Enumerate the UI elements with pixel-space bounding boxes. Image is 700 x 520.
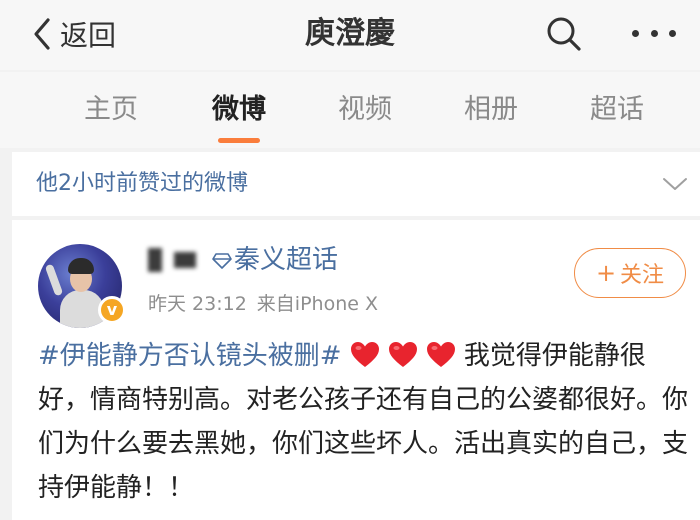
tab-weibo[interactable]: 微博 [200, 92, 278, 128]
more-button[interactable] [632, 20, 676, 46]
more-dots-icon [632, 29, 639, 37]
heart-emojis [342, 341, 464, 371]
chevron-down-icon [663, 178, 687, 190]
post-text: #伊能静方否认镜头被删# 我觉得伊能静很好，情商特别高。对老公孩子还有自己的公婆… [38, 334, 688, 510]
follow-label: 关注 [620, 263, 665, 288]
liked-posts-text: 他2小时前赞过的微博 [36, 171, 248, 196]
post-source: 来自iPhone X [256, 293, 378, 315]
tab-video[interactable]: 视频 [326, 92, 404, 128]
post-card: v 秦义超话 昨天 23:12 来自iPhone X + 关注 #伊能静方否认镜头… [12, 220, 700, 520]
tab-home[interactable]: 主页 [72, 92, 150, 128]
heart-icon [350, 342, 379, 367]
back-button[interactable]: 返回 [28, 14, 116, 54]
heart-icon [388, 342, 417, 367]
liked-posts-bar[interactable]: 他2小时前赞过的微博 [12, 152, 700, 216]
tab-supertopic[interactable]: 超话 [578, 92, 656, 128]
back-label: 返回 [60, 19, 117, 52]
active-tab-indicator [218, 138, 260, 143]
search-button[interactable] [544, 14, 584, 54]
plus-icon: + [595, 259, 617, 287]
post-meta: 昨天 23:12 来自iPhone X [148, 290, 378, 318]
diamond-icon [212, 253, 232, 269]
top-nav-bar: 返回 庾澄慶 [0, 0, 700, 70]
search-icon [547, 17, 581, 51]
username-redacted[interactable] [148, 242, 202, 278]
heart-icon [426, 342, 455, 367]
post-time: 昨天 23:12 [148, 293, 247, 315]
tab-album[interactable]: 相册 [452, 92, 530, 128]
hashtag-link[interactable]: #伊能静方否认镜头被删# [38, 341, 342, 371]
profile-tabs: 主页 微博 视频 相册 超话 [0, 72, 700, 148]
follow-button[interactable]: + 关注 [574, 248, 686, 298]
supertopic-link[interactable]: 秦义超话 [234, 242, 338, 278]
chevron-left-icon [34, 18, 50, 50]
verified-badge-icon: v [98, 296, 126, 324]
